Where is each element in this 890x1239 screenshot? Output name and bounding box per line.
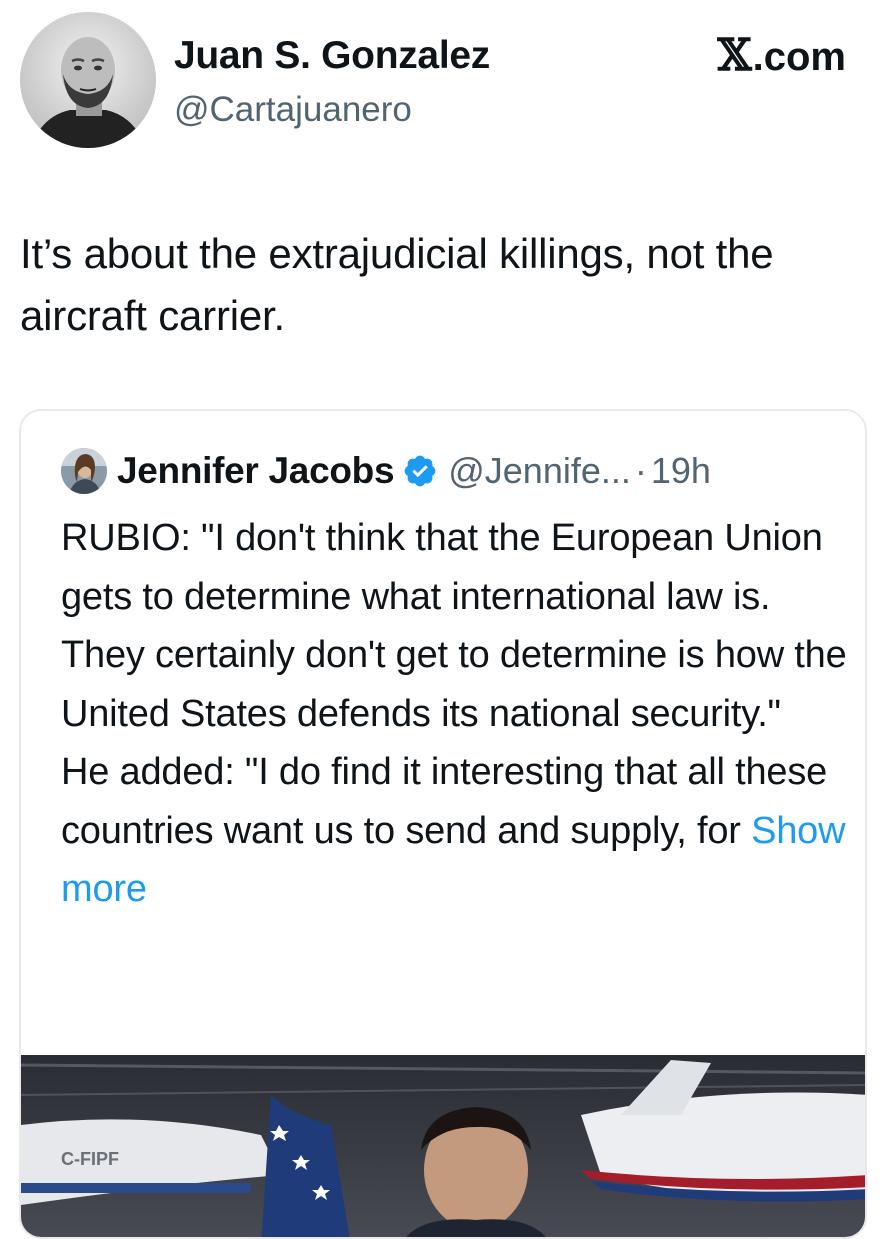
plane-registration-text: C-FIPF xyxy=(61,1149,119,1169)
author-avatar[interactable] xyxy=(20,12,156,148)
quoted-tweet-body: RUBIO: "I don't think that the European … xyxy=(61,509,851,919)
verified-badge-icon xyxy=(404,455,436,487)
quoted-text-continued: He added: "I do find it interesting that… xyxy=(61,751,828,852)
tweet-text: It’s about the extrajudicial killings, n… xyxy=(20,230,774,339)
quoted-text-paragraph: He added: "I do find it interesting that… xyxy=(61,743,851,919)
author-handle[interactable]: @Cartajuanero xyxy=(174,90,412,130)
quoted-author-handle[interactable]: @Jennife... xyxy=(448,450,631,492)
author-name[interactable]: Juan S. Gonzalez xyxy=(174,34,490,78)
quoted-text-paragraph: RUBIO: "I don't think that the European … xyxy=(61,517,847,735)
quoted-author-avatar[interactable] xyxy=(61,448,107,494)
separator-dot: · xyxy=(634,450,647,491)
site-badge-text: .com xyxy=(752,35,846,79)
quoted-tweet-time[interactable]: 19h xyxy=(651,450,711,492)
quoted-tweet-media[interactable]: C-FIPF xyxy=(21,1055,865,1237)
site-badge: 𝕏 .com xyxy=(717,30,847,81)
x-logo-icon: 𝕏 xyxy=(717,30,752,81)
quoted-tweet-card[interactable]: Jennifer Jacobs @Jennife... · 19h RUBIO:… xyxy=(19,409,867,1239)
quoted-author-name[interactable]: Jennifer Jacobs xyxy=(117,450,395,492)
quoted-tweet-header: Jennifer Jacobs @Jennife... · 19h xyxy=(61,447,711,495)
